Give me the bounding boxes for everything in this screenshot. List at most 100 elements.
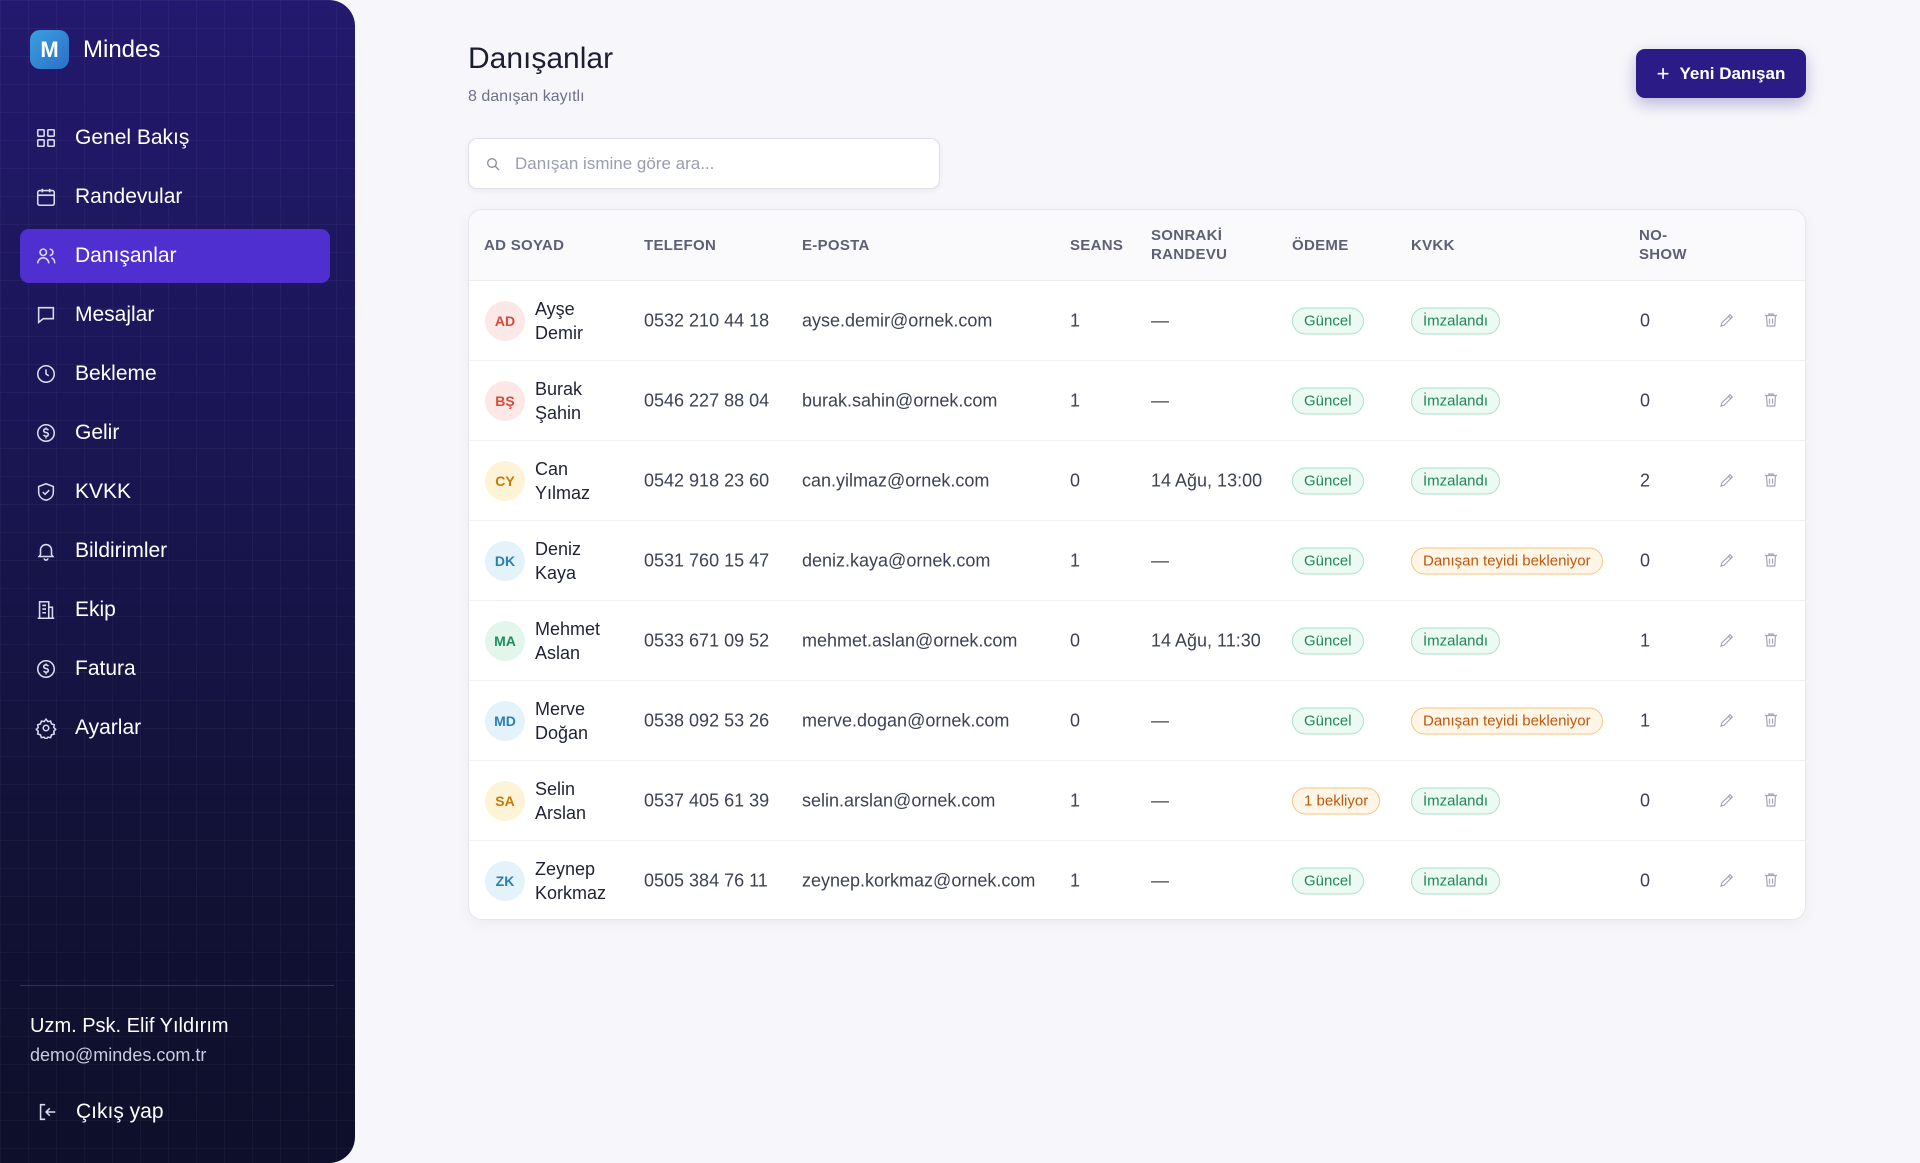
- trash-icon: [1765, 472, 1777, 487]
- table-row[interactable]: MD Merve Doğan 0538 092 53 26 merve.dogan@or…: [469, 681, 1805, 761]
- client-next-appointment: —: [1151, 710, 1169, 730]
- sidebar-item-label: Mesajlar: [75, 303, 155, 326]
- sidebar-item-randevular[interactable]: Randevular: [20, 170, 330, 224]
- edit-button[interactable]: [1718, 791, 1738, 811]
- sidebar-item-dan-anlar[interactable]: Danışanlar: [20, 229, 330, 283]
- edit-button[interactable]: [1718, 631, 1738, 651]
- client-email: merve.dogan@ornek.com: [802, 710, 1010, 730]
- sidebar-item-ayarlar[interactable]: Ayarlar: [20, 701, 330, 755]
- client-name[interactable]: Zeynep Korkmaz: [535, 857, 625, 905]
- pencil-icon: [1720, 633, 1734, 647]
- edit-button[interactable]: [1718, 311, 1738, 331]
- sidebar-item-gelir[interactable]: Gelir: [20, 406, 330, 460]
- table-row[interactable]: DK Deniz Kaya 0531 760 15 47 deniz.kaya@orne…: [469, 521, 1805, 601]
- logout-icon: [39, 1103, 56, 1121]
- pencil-icon: [1720, 473, 1734, 487]
- sidebar-item-bekleme[interactable]: Bekleme: [20, 347, 330, 401]
- avatar: MD: [485, 701, 525, 741]
- client-phone: 0537 405 61 39: [644, 790, 770, 810]
- table-row[interactable]: BŞ Burak Şahin 0546 227 88 04 burak.sahin@or…: [469, 361, 1805, 441]
- delete-button[interactable]: [1762, 391, 1782, 411]
- edit-button[interactable]: [1718, 391, 1738, 411]
- sidebar-item-genel-bak-[interactable]: Genel Bakış: [20, 111, 330, 165]
- message-icon: [35, 304, 57, 326]
- logout-label: Çıkış yap: [76, 1100, 164, 1123]
- delete-button[interactable]: [1762, 471, 1782, 491]
- search-input[interactable]: [515, 153, 915, 174]
- client-sessions: 1: [1070, 870, 1081, 891]
- edit-button[interactable]: [1718, 711, 1738, 731]
- header-name[interactable]: AD SOYAD: [484, 236, 564, 255]
- logout-button[interactable]: Çıkış yap: [36, 1100, 164, 1124]
- client-sessions: 1: [1070, 310, 1081, 330]
- client-email: can.yilmaz@ornek.com: [802, 470, 990, 490]
- sidebar-item-kvkk[interactable]: KVKK: [20, 465, 330, 519]
- delete-button[interactable]: [1762, 551, 1782, 571]
- sidebar-item-label: Genel Bakış: [75, 126, 190, 149]
- trash-icon: [1765, 712, 1777, 727]
- delete-button[interactable]: [1762, 631, 1782, 651]
- client-name[interactable]: Ayşe Demir: [535, 297, 625, 345]
- client-last-name: Şahin: [535, 403, 582, 423]
- user-name: Uzm. Psk. Elif Yıldırım: [30, 1015, 229, 1037]
- client-email: selin.arslan@ornek.com: [802, 790, 996, 810]
- client-name[interactable]: Merve Doğan: [535, 697, 625, 745]
- new-client-button[interactable]: + Yeni Danışan: [1636, 49, 1806, 98]
- edit-button[interactable]: [1718, 871, 1738, 891]
- table-row[interactable]: MA Mehmet Aslan 0533 671 09 52 mehmet.aslan@…: [469, 601, 1805, 681]
- delete-button[interactable]: [1762, 711, 1782, 731]
- payment-badge: Güncel: [1292, 547, 1364, 574]
- edit-button[interactable]: [1718, 471, 1738, 491]
- edit-button[interactable]: [1718, 551, 1738, 571]
- client-phone: 0532 210 44 18: [644, 310, 770, 330]
- clients-table: AD SOYAD TELEFON E-POSTA SEANS SONRAKİ R…: [468, 209, 1806, 920]
- table-row[interactable]: CY Can Yılmaz 0542 918 23 60 can.yilmaz@orne…: [469, 441, 1805, 521]
- client-name[interactable]: Can Yılmaz: [535, 457, 625, 505]
- client-name[interactable]: Selin Arslan: [535, 777, 625, 825]
- delete-button[interactable]: [1762, 871, 1782, 891]
- client-phone: 0531 760 15 47: [644, 550, 770, 570]
- header-sessions[interactable]: SEANS: [1070, 236, 1123, 255]
- client-noshow: 1: [1640, 630, 1651, 650]
- header-email[interactable]: E-POSTA: [802, 236, 870, 255]
- brand[interactable]: M Mindes: [30, 30, 160, 69]
- client-last-name: Kaya: [535, 563, 577, 583]
- client-next-appointment: —: [1151, 790, 1169, 810]
- sidebar-item-mesajlar[interactable]: Mesajlar: [20, 288, 330, 342]
- client-name[interactable]: Mehmet Aslan: [535, 617, 625, 665]
- client-name[interactable]: Burak Şahin: [535, 377, 625, 425]
- users-icon: [35, 245, 57, 267]
- client-name[interactable]: Deniz Kaya: [535, 537, 625, 585]
- sidebar-item-bildirimler[interactable]: Bildirimler: [20, 524, 330, 578]
- sidebar-item-label: Ayarlar: [75, 716, 142, 739]
- table-row[interactable]: ZK Zeynep Korkmaz 0505 384 76 11 zeynep.kork…: [469, 841, 1805, 919]
- client-email: deniz.kaya@ornek.com: [802, 550, 991, 570]
- delete-button[interactable]: [1762, 791, 1782, 811]
- client-first-name: Burak: [535, 379, 583, 399]
- header-phone[interactable]: TELEFON: [644, 236, 716, 255]
- header-noshow-line1: NO-: [1639, 227, 1668, 244]
- header-noshow[interactable]: NO- SHOW: [1639, 226, 1687, 264]
- pencil-icon: [1720, 793, 1734, 807]
- sidebar-item-label: Ekip: [75, 598, 116, 621]
- clock-icon: [35, 363, 57, 385]
- table-row[interactable]: AD Ayşe Demir 0532 210 44 18 ayse.demir@orne…: [469, 281, 1805, 361]
- payment-badge: Güncel: [1292, 467, 1364, 494]
- sidebar-item-ekip[interactable]: Ekip: [20, 583, 330, 637]
- avatar: DK: [485, 541, 525, 581]
- client-next-appointment: 14 Ağu, 13:00: [1151, 470, 1263, 490]
- search-bar[interactable]: [468, 138, 940, 189]
- kvkk-badge: Danışan teyidi bekleniyor: [1411, 707, 1603, 734]
- avatar: CY: [485, 461, 525, 501]
- pencil-icon: [1720, 713, 1734, 727]
- sidebar-item-fatura[interactable]: Fatura: [20, 642, 330, 696]
- table-row[interactable]: SA Selin Arslan 0537 405 61 39 selin.arslan@…: [469, 761, 1805, 841]
- delete-button[interactable]: [1762, 311, 1782, 331]
- avatar: ZK: [485, 861, 525, 901]
- client-email: ayse.demir@ornek.com: [802, 310, 993, 330]
- header-kvkk[interactable]: KVKK: [1411, 236, 1455, 255]
- sidebar-item-label: Fatura: [75, 657, 136, 680]
- header-next-appointment[interactable]: SONRAKİ RANDEVU: [1151, 226, 1227, 264]
- header-payment[interactable]: ÖDEME: [1292, 236, 1349, 255]
- client-last-name: Korkmaz: [535, 883, 607, 903]
